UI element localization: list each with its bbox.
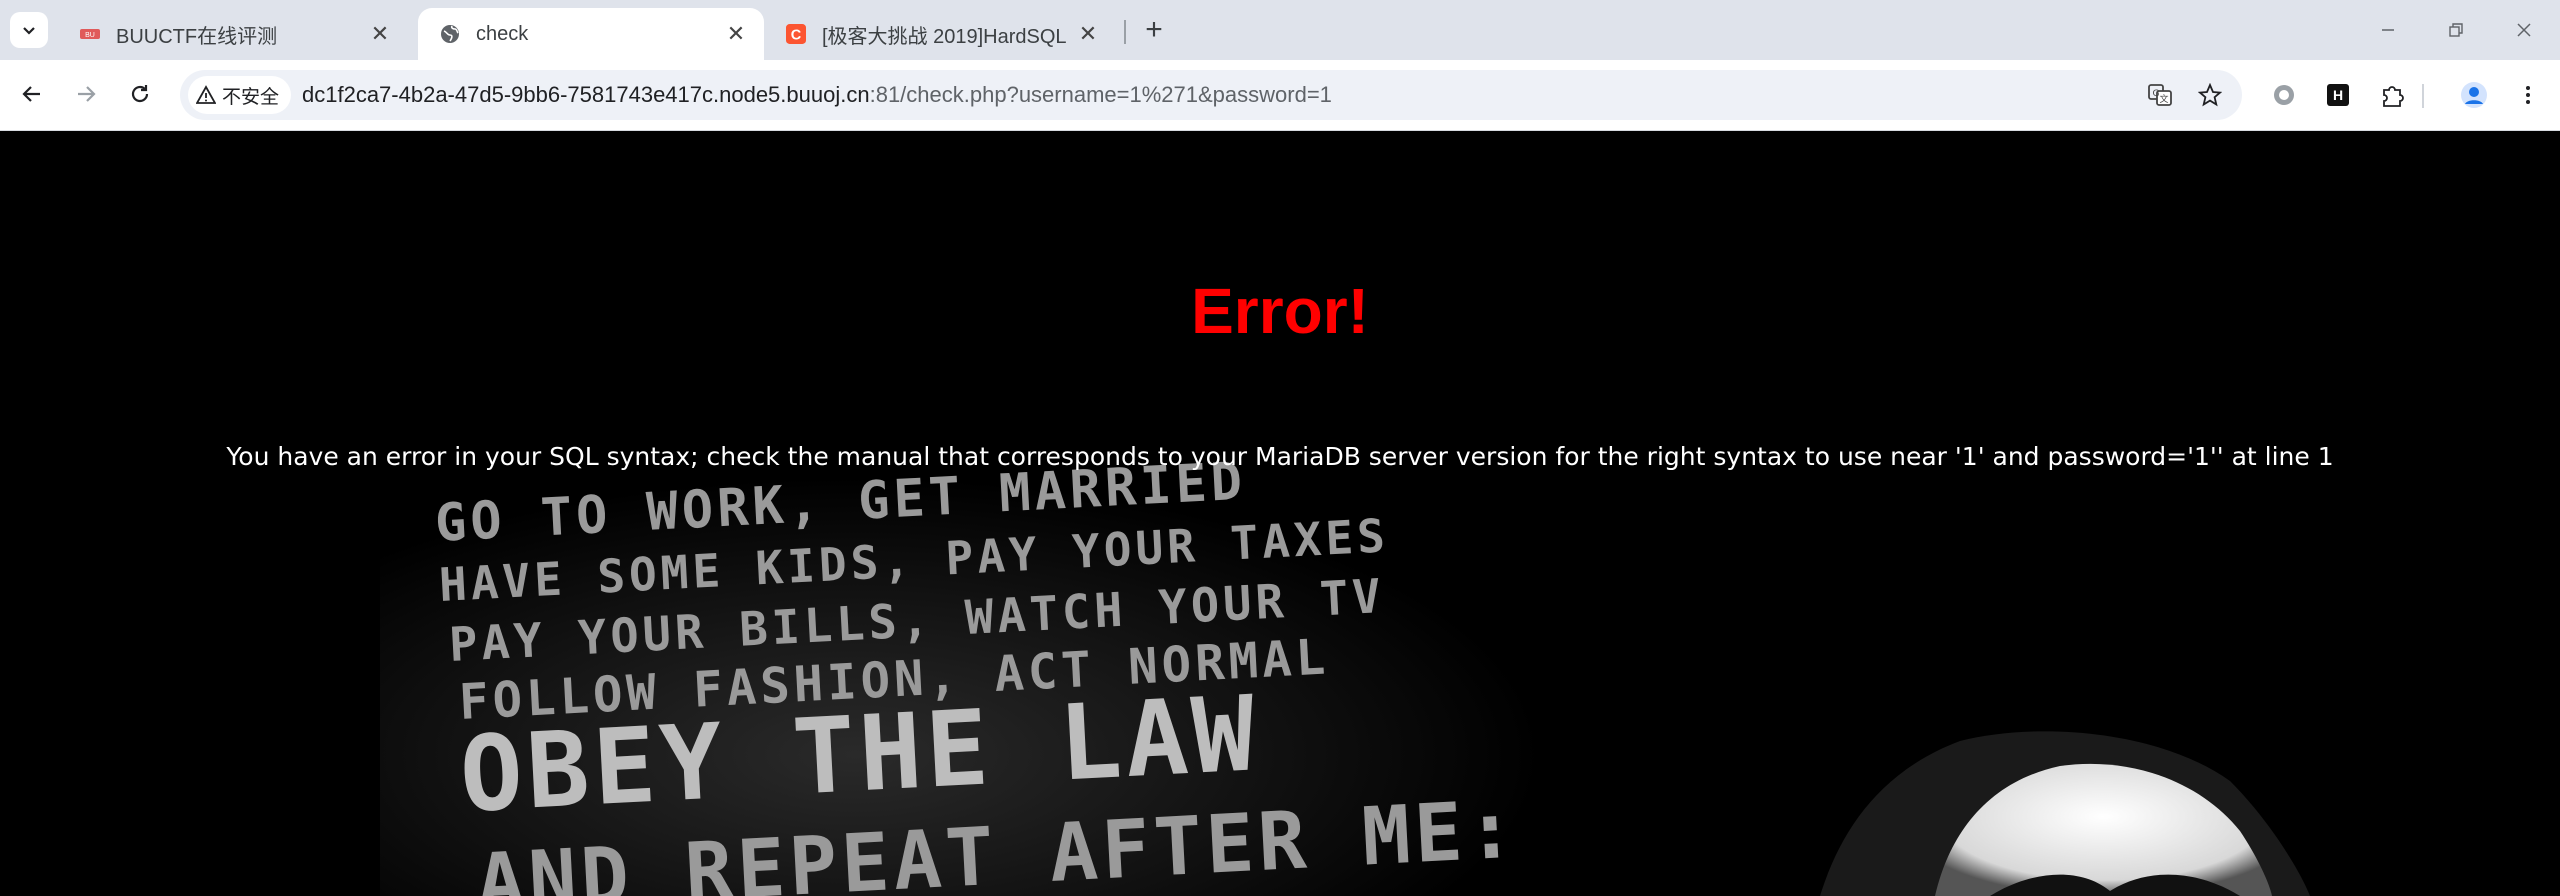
tab-title: [极客大挑战 2019]HardSQL 1- <box>822 25 1072 48</box>
page-content: GO TO WORK, GET MARRIED HAVE SOME KIDS, … <box>0 131 2560 896</box>
forward-button[interactable] <box>66 74 106 114</box>
url-text[interactable]: dc1f2ca7-4b2a-47d5-9bb6-7581743e417c.nod… <box>302 70 1332 120</box>
csdn-icon: C <box>786 24 806 44</box>
tab-separator <box>1124 20 1126 44</box>
restore-button[interactable] <box>2426 12 2486 48</box>
close-icon[interactable]: ✕ <box>1072 18 1104 50</box>
arrow-left-icon <box>22 86 40 102</box>
toolbar: 不安全 dc1f2ca7-4b2a-47d5-9bb6-7581743e417c… <box>0 60 2560 131</box>
restore-icon <box>2449 23 2463 37</box>
url-host: dc1f2ca7-4b2a-47d5-9bb6-7581743e417c.nod… <box>302 82 870 107</box>
translate-button[interactable]: G文 <box>2144 79 2176 111</box>
arrow-right-icon <box>78 86 96 102</box>
tab-title: check <box>476 22 529 45</box>
security-indicator[interactable]: 不安全 <box>188 76 292 114</box>
tab-search-button[interactable] <box>10 12 48 48</box>
record-icon <box>2274 85 2294 105</box>
background-poster: GO TO WORK, GET MARRIED HAVE SOME KIDS, … <box>0 131 2560 896</box>
warning-icon <box>196 85 216 104</box>
minimize-button[interactable] <box>2358 12 2418 48</box>
bookmark-button[interactable] <box>2194 79 2226 111</box>
tab-buuctf[interactable]: BU BUUCTF在线评测 ✕ <box>58 8 408 60</box>
svg-text:C: C <box>791 27 802 43</box>
tab-hardsql[interactable]: C [极客大挑战 2019]HardSQL 1- ✕ <box>764 8 1116 60</box>
close-window-button[interactable] <box>2494 12 2554 48</box>
star-icon <box>2198 83 2222 107</box>
puzzle-icon <box>2383 86 2404 107</box>
error-message: You have an error in your SQL syntax; ch… <box>226 442 2334 471</box>
minimize-icon <box>2382 29 2394 31</box>
svg-text:H: H <box>2333 87 2343 103</box>
close-icon[interactable]: ✕ <box>364 18 396 50</box>
extension-button[interactable] <box>2266 77 2302 113</box>
address-bar[interactable]: 不安全 dc1f2ca7-4b2a-47d5-9bb6-7581743e417c… <box>180 70 2242 120</box>
back-button[interactable] <box>12 74 52 114</box>
h-extension-icon: H <box>2327 84 2349 106</box>
reload-button[interactable] <box>120 74 160 114</box>
error-title: Error! <box>1191 275 1369 347</box>
close-icon <box>2517 23 2531 37</box>
tab-check[interactable]: check ✕ <box>418 8 764 60</box>
menu-button[interactable] <box>2510 77 2546 113</box>
reload-icon <box>131 85 149 103</box>
svg-text:G: G <box>2153 89 2160 99</box>
url-path: :81/check.php?username=1%271&password=1 <box>869 82 1332 107</box>
svg-text:BU: BU <box>85 32 95 39</box>
extensions-menu-button[interactable] <box>2374 77 2410 113</box>
profile-button[interactable] <box>2456 77 2492 113</box>
security-label: 不安全 <box>222 86 280 108</box>
buuctf-icon: BU <box>80 24 100 44</box>
extension-h-button[interactable]: H <box>2320 77 2356 113</box>
chevron-down-icon <box>23 27 35 35</box>
translate-icon: G文 <box>2148 84 2172 106</box>
more-vertical-icon <box>2526 86 2530 104</box>
close-icon[interactable]: ✕ <box>720 18 752 50</box>
globe-icon <box>440 24 460 44</box>
svg-text:文: 文 <box>2159 93 2168 105</box>
new-tab-button[interactable]: + <box>1136 12 1172 48</box>
toolbar-divider <box>2422 84 2424 108</box>
avatar-icon <box>2461 82 2487 108</box>
tab-title: BUUCTF在线评测 <box>116 25 278 48</box>
tab-strip: BU BUUCTF在线评测 ✕ check ✕ C [极客大挑战 2019]Ha… <box>0 0 2560 60</box>
